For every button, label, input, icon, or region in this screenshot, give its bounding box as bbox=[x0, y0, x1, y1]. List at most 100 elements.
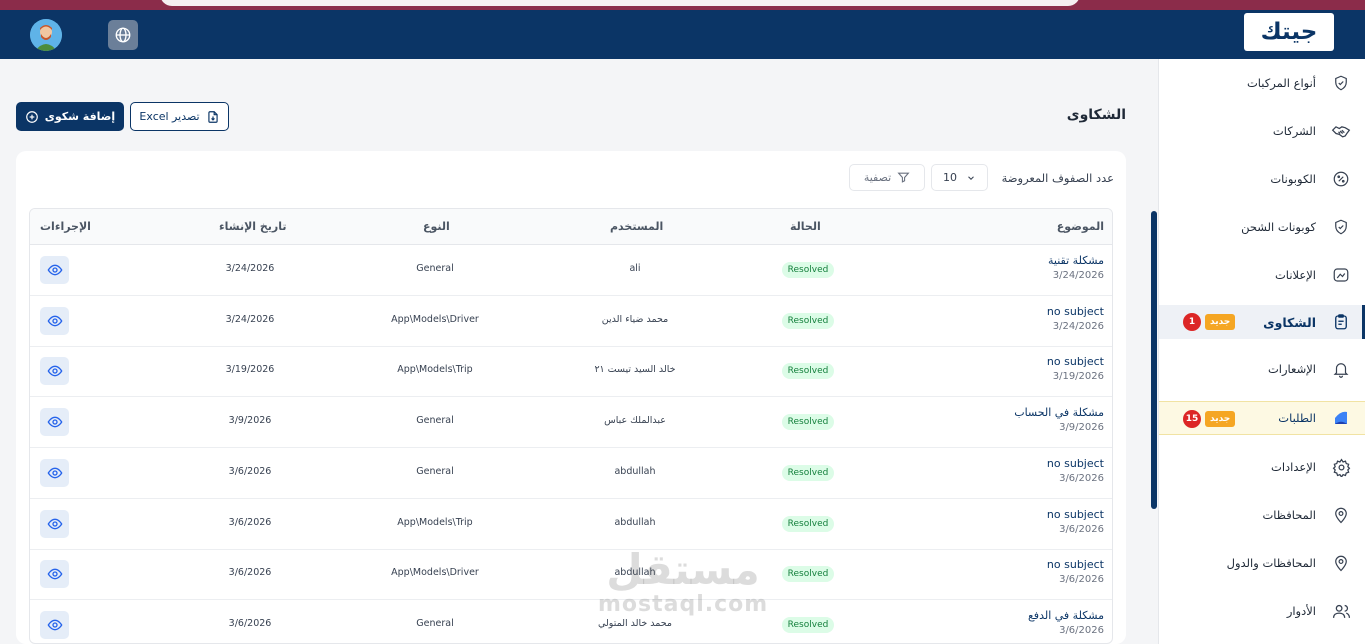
sidebar-item-label: المحافظات bbox=[1262, 508, 1316, 522]
sidebar-item-companies[interactable]: الشركات bbox=[1159, 114, 1365, 148]
subject-date: 3/24/2026 bbox=[1052, 321, 1104, 332]
subject-date: 3/19/2026 bbox=[1052, 371, 1104, 382]
eye-icon bbox=[47, 416, 62, 428]
subject-title[interactable]: مشكلة في الدفع bbox=[1028, 609, 1104, 622]
subject-title[interactable]: no subject bbox=[1047, 355, 1104, 368]
sidebar-item-governorates-countries[interactable]: المحافظات والدول bbox=[1159, 546, 1365, 580]
subject-date: 3/6/2026 bbox=[1059, 574, 1104, 585]
user-cell: abdullah bbox=[614, 466, 656, 477]
sidebar-item-coupons[interactable]: الكوبونات bbox=[1159, 162, 1365, 196]
sidebar-item-settings[interactable]: الإعدادات bbox=[1159, 450, 1365, 484]
browser-chrome-strip bbox=[0, 0, 1365, 10]
handshake-icon bbox=[1330, 120, 1352, 142]
subject-title[interactable]: no subject bbox=[1047, 457, 1104, 470]
eye-icon bbox=[47, 568, 62, 580]
sidebar-item-vehicle-types[interactable]: أنواع المركبات bbox=[1159, 66, 1365, 100]
sidebar-item-notifications[interactable]: الإشعارات bbox=[1159, 352, 1365, 386]
table-header: الموضوع الحالة المستخدم النوع تاريخ الإن… bbox=[30, 209, 1112, 245]
sidebar-item-orders[interactable]: الطلبات جديد 15 bbox=[1159, 401, 1365, 435]
sidebar-item-roles[interactable]: الأدوار bbox=[1159, 594, 1365, 628]
sidebar-item-label: المحافظات والدول bbox=[1226, 556, 1316, 570]
status-badge: Resolved bbox=[782, 262, 834, 278]
subject-title[interactable]: no subject bbox=[1047, 305, 1104, 318]
created-cell: 3/24/2026 bbox=[225, 263, 275, 274]
header-created[interactable]: تاريخ الإنشاء bbox=[219, 220, 287, 233]
eye-icon bbox=[47, 619, 62, 631]
status-badge: Resolved bbox=[782, 516, 834, 532]
subject-cell: no subject 3/24/2026 bbox=[1047, 305, 1104, 332]
user-cell: خالد السيد تيست ٢١ bbox=[594, 364, 676, 375]
plus-circle-icon bbox=[25, 110, 38, 123]
view-button[interactable] bbox=[40, 560, 69, 588]
ads-icon bbox=[1330, 264, 1352, 286]
complaints-table: الموضوع الحالة المستخدم النوع تاريخ الإن… bbox=[29, 208, 1113, 644]
subject-title[interactable]: no subject bbox=[1047, 558, 1104, 571]
user-cell: ali bbox=[629, 263, 641, 274]
header-status[interactable]: الحالة bbox=[790, 220, 821, 233]
header-subject[interactable]: الموضوع bbox=[1057, 220, 1104, 233]
sidebar-item-label: أنواع المركبات bbox=[1246, 76, 1316, 90]
file-export-icon bbox=[207, 110, 218, 123]
filter-button[interactable]: تصفية bbox=[849, 164, 925, 191]
created-cell: 3/24/2026 bbox=[225, 314, 275, 325]
language-button[interactable] bbox=[108, 20, 138, 50]
rows-per-page-select[interactable]: 10 bbox=[931, 164, 988, 191]
type-cell: App\Models\Trip bbox=[397, 364, 473, 375]
bell-icon bbox=[1330, 358, 1352, 380]
view-button[interactable] bbox=[40, 307, 69, 335]
add-complaint-button[interactable]: إضافة شكوى bbox=[16, 102, 124, 131]
view-button[interactable] bbox=[40, 256, 69, 284]
created-cell: 3/6/2026 bbox=[228, 618, 272, 629]
export-excel-label: تصدير Excel bbox=[139, 110, 200, 123]
status-badge: Resolved bbox=[782, 566, 834, 582]
location-pin-icon bbox=[1330, 504, 1352, 526]
sidebar-item-shipping-coupons[interactable]: كوبونات الشحن bbox=[1159, 210, 1365, 244]
sidebar-item-complaints[interactable]: الشكاوى جديد 1 bbox=[1159, 305, 1365, 339]
count-badge: 1 bbox=[1183, 313, 1201, 331]
gear-icon bbox=[1330, 456, 1352, 478]
export-excel-button[interactable]: تصدير Excel bbox=[130, 102, 229, 131]
subject-title[interactable]: مشكلة تقنية bbox=[1048, 254, 1104, 267]
subject-date: 3/6/2026 bbox=[1059, 524, 1104, 535]
created-cell: 3/6/2026 bbox=[228, 466, 272, 477]
header-type[interactable]: النوع bbox=[423, 220, 450, 233]
type-cell: General bbox=[416, 466, 454, 477]
sidebar-scrollbar[interactable] bbox=[1151, 211, 1157, 509]
user-cell: abdullah bbox=[614, 517, 656, 528]
table-row: مشكلة في الحساب 3/9/2026 Resolved عبدالمل… bbox=[30, 397, 1112, 448]
table-row: no subject 3/19/2026 Resolved خالد السيد … bbox=[30, 346, 1112, 397]
type-cell: General bbox=[416, 415, 454, 426]
subject-title[interactable]: مشكلة في الحساب bbox=[1014, 406, 1104, 419]
type-cell: General bbox=[416, 618, 454, 629]
view-button[interactable] bbox=[40, 510, 69, 538]
sidebar-item-governorates[interactable]: المحافظات bbox=[1159, 498, 1365, 532]
sidebar-item-label: الطلبات bbox=[1278, 411, 1316, 425]
status-badge: Resolved bbox=[782, 617, 834, 633]
shield-check-icon bbox=[1330, 216, 1352, 238]
table-row: مشكلة تقنية 3/24/2026 Resolved ali Genera… bbox=[30, 245, 1112, 296]
eye-icon bbox=[47, 315, 62, 327]
rows-per-page-value: 10 bbox=[943, 171, 957, 184]
user-cell: abdullah bbox=[614, 567, 656, 578]
avatar-icon bbox=[30, 19, 62, 51]
view-button[interactable] bbox=[40, 459, 69, 487]
clipboard-icon bbox=[1330, 311, 1352, 333]
sidebar-item-label: الشركات bbox=[1272, 124, 1316, 138]
subject-title[interactable]: no subject bbox=[1047, 508, 1104, 521]
sidebar-item-label: الأدوار bbox=[1286, 604, 1316, 618]
user-cell: محمد ضياء الدين bbox=[601, 314, 669, 325]
view-button[interactable] bbox=[40, 357, 69, 385]
sidebar-item-ads[interactable]: الإعلانات bbox=[1159, 258, 1365, 292]
view-button[interactable] bbox=[40, 408, 69, 436]
created-cell: 3/6/2026 bbox=[228, 517, 272, 528]
user-avatar[interactable] bbox=[30, 19, 62, 51]
sidebar-item-label: الإعلانات bbox=[1274, 268, 1316, 282]
location-pin-icon bbox=[1330, 552, 1352, 574]
type-cell: App\Models\Trip bbox=[397, 517, 473, 528]
eye-icon bbox=[47, 365, 62, 377]
view-button[interactable] bbox=[40, 611, 69, 639]
subject-cell: no subject 3/6/2026 bbox=[1047, 558, 1104, 585]
created-cell: 3/6/2026 bbox=[228, 567, 272, 578]
brand-logo[interactable]: جيتك bbox=[1244, 13, 1334, 51]
header-user[interactable]: المستخدم bbox=[610, 220, 663, 233]
